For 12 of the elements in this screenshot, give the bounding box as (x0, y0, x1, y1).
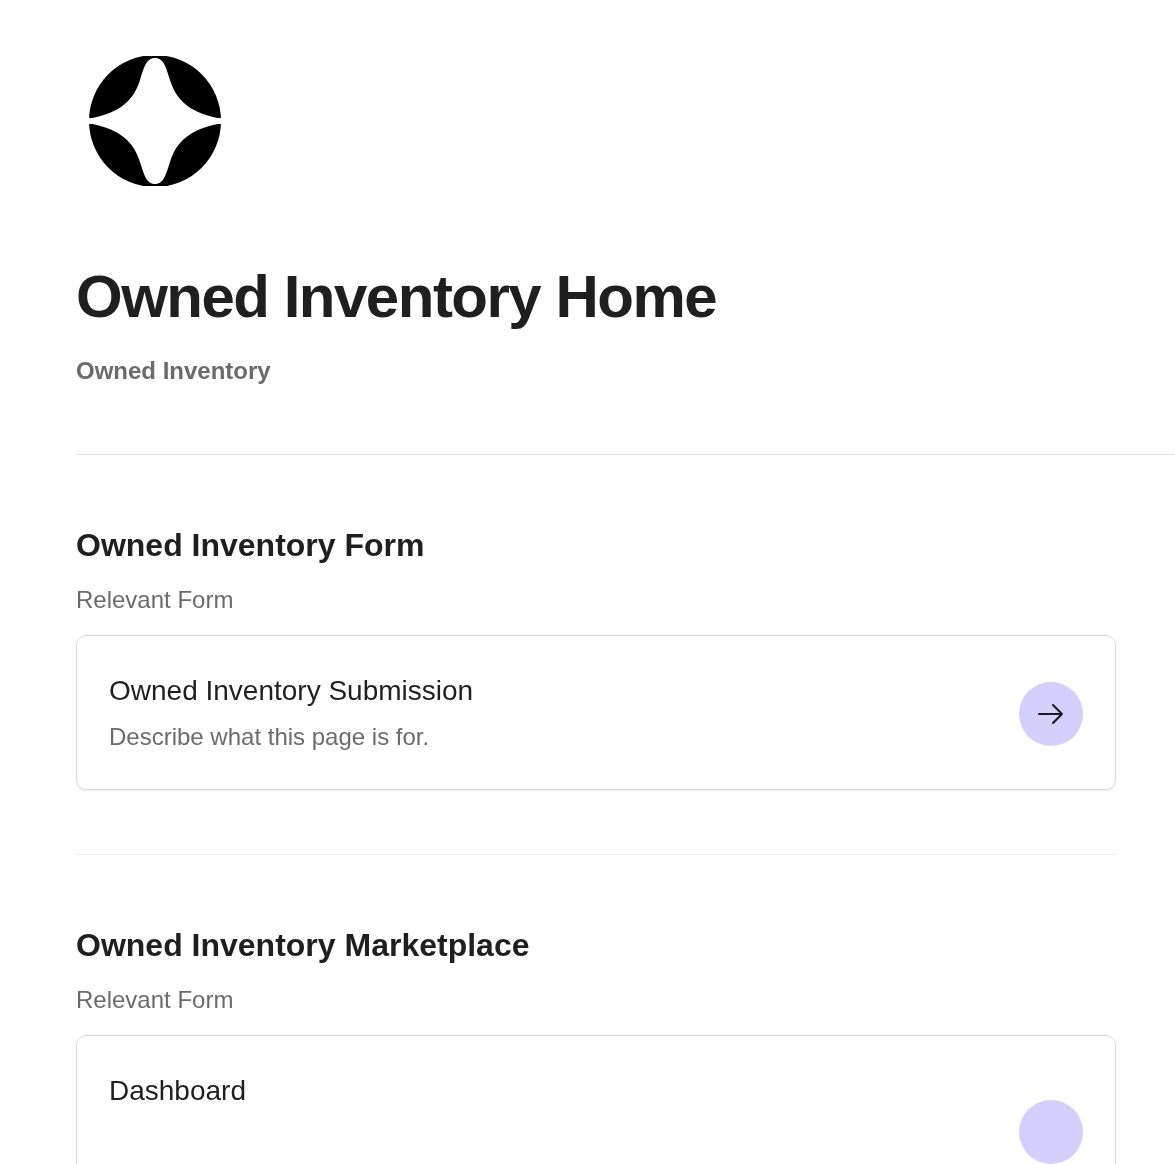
section-caption: Relevant Form (76, 585, 235, 615)
card-title: Dashboard (109, 1074, 246, 1108)
card-description: Describe what this page is for. (109, 722, 431, 752)
card-title: Owned Inventory Submission (109, 674, 474, 708)
page-card[interactable]: Dashboard (76, 1035, 1116, 1164)
section-heading: Owned Inventory Marketplace (76, 926, 531, 965)
section-caption: Relevant Form (76, 985, 235, 1015)
arrow-right-icon (1038, 703, 1064, 725)
section-heading: Owned Inventory Form (76, 526, 426, 565)
page-subtitle: Owned Inventory (76, 356, 272, 386)
page-title: Owned Inventory Home (76, 262, 718, 332)
page-card[interactable]: Owned Inventory Submission Describe what this page is for. (76, 635, 1116, 790)
